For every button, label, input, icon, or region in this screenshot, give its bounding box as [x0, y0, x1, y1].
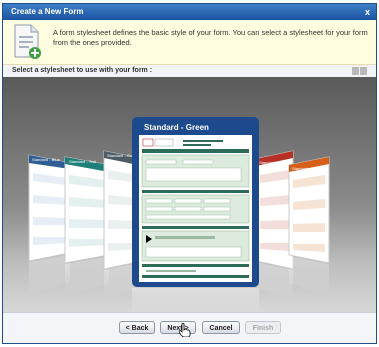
new-form-icon — [14, 24, 41, 59]
info-banner: A form stylesheet defines the basic styl… — [3, 20, 376, 65]
close-icon[interactable]: x — [365, 4, 370, 20]
cancel-button[interactable]: Cancel — [202, 321, 240, 334]
carousel-canvas: Standard - Blue Standard - Teal Standard… — [28, 117, 330, 315]
dialog-titlebar: Create a New Form x — [3, 4, 376, 20]
card-title-orange: Standard - Orange — [292, 166, 326, 171]
view-toggle-icon[interactable] — [352, 67, 370, 75]
stylesheet-card-orange[interactable]: Standard - Orange — [288, 156, 330, 296]
hand-cursor-icon — [179, 323, 191, 337]
selected-card-title: Standard - Green — [144, 123, 209, 132]
card-title-teal: Standard - Teal — [69, 159, 96, 164]
info-text: A form stylesheet defines the basic styl… — [53, 28, 368, 47]
stylesheet-card-selected[interactable]: Standard - Green — [132, 117, 259, 287]
selected-card-reflection — [132, 288, 259, 315]
stylesheet-carousel[interactable]: Standard - Blue Standard - Teal Standard… — [3, 77, 376, 315]
card-title-gray: Standard - Gray — [107, 153, 135, 158]
stylesheet-card-red[interactable]: Standard - Red — [255, 150, 294, 300]
create-form-dialog: Create a New Form x A form stylesheet de… — [2, 3, 377, 344]
wizard-footer: < Back Next > Cancel Finish — [3, 312, 376, 343]
stylesheet-card-teal[interactable]: Standard - Teal — [64, 156, 110, 296]
section-label: Select a stylesheet to use with your for… — [12, 67, 153, 74]
stylesheet-card-blue[interactable]: Standard - Blue — [28, 154, 71, 295]
card-title-blue: Standard - Blue — [32, 157, 61, 162]
finish-button[interactable]: Finish — [245, 321, 281, 334]
card-title-red: Standard - Red — [259, 160, 286, 165]
back-button[interactable]: < Back — [119, 321, 155, 334]
dialog-title: Create a New Form — [11, 7, 84, 16]
